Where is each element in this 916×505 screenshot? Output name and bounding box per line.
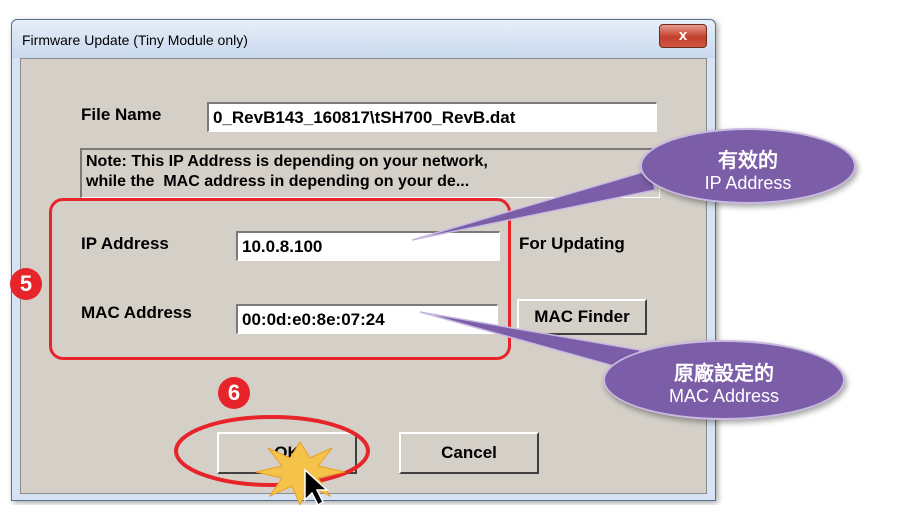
- callout-ip-pointer: [411, 169, 656, 241]
- callout-ip-address: 有效的 IP Address: [640, 128, 856, 204]
- callout-ip-line2: IP Address: [704, 173, 792, 193]
- click-burst-icon: [255, 441, 346, 505]
- annotation-overlay: [174, 169, 656, 505]
- callout-mac-address: 原廠設定的 MAC Address: [603, 340, 845, 420]
- callout-mac-line1: 原廠設定的: [674, 363, 774, 385]
- callout-mac-line2: MAC Address: [668, 386, 780, 406]
- callout-ip-line1: 有效的: [718, 150, 778, 172]
